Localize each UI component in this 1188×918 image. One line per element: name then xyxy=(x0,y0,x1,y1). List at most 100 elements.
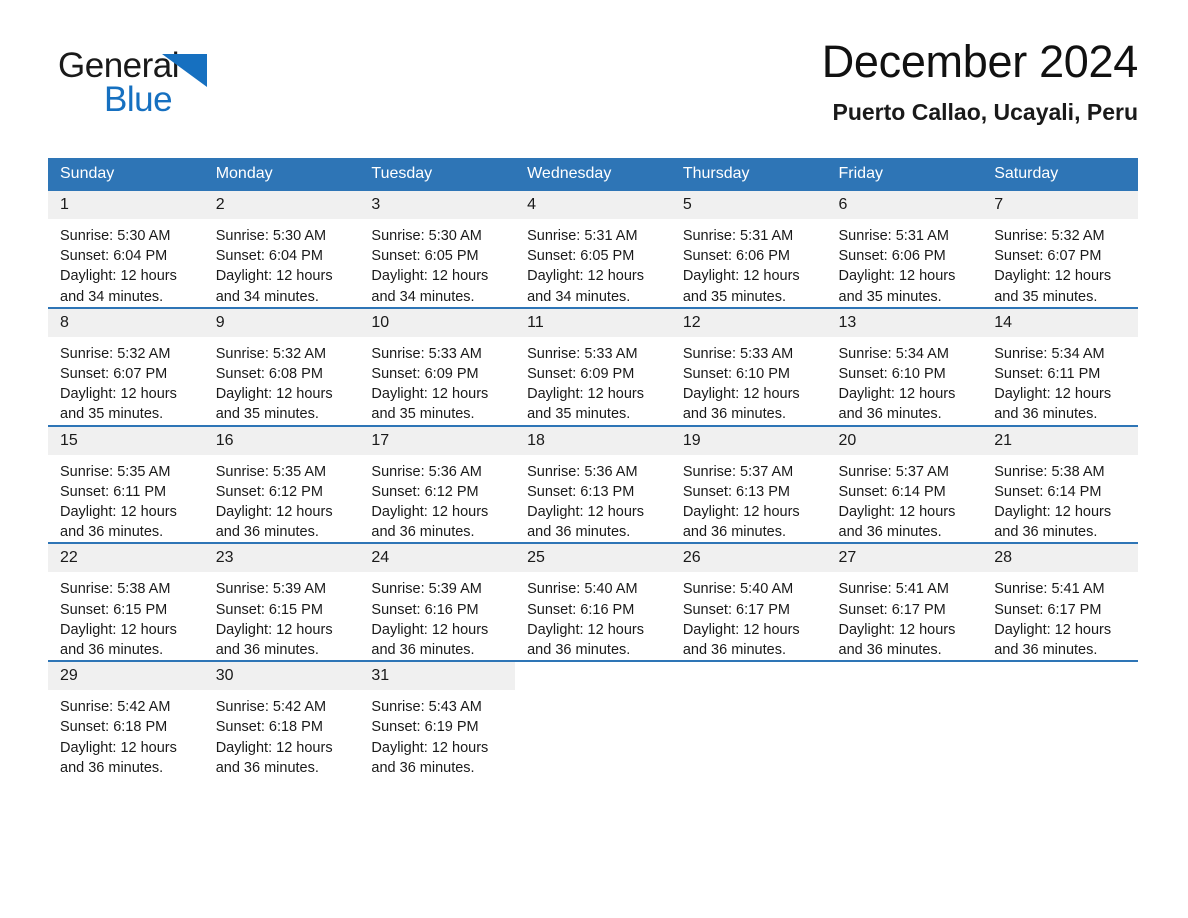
daylight-text-line1: Daylight: 12 hours xyxy=(371,621,489,638)
day-cell[interactable]: 14 Sunrise: 5:34 AM Sunset: 6:11 PM Dayl… xyxy=(982,306,1138,426)
day-cell[interactable]: 5 Sunrise: 5:31 AM Sunset: 6:06 PM Dayli… xyxy=(670,191,827,308)
day-details: Sunrise: 5:35 AM Sunset: 6:12 PM Dayligh… xyxy=(204,455,360,543)
sunrise-text: Sunrise: 5:31 AM xyxy=(527,228,638,244)
daylight-text-line2: and 36 minutes. xyxy=(60,642,164,659)
day-number: 8 xyxy=(48,308,204,337)
day-details: Sunrise: 5:34 AM Sunset: 6:10 PM Dayligh… xyxy=(827,337,983,425)
day-details: Sunrise: 5:41 AM Sunset: 6:17 PM Dayligh… xyxy=(982,572,1138,660)
day-cell[interactable]: 1 Sunrise: 5:30 AM Sunset: 6:04 PM Dayli… xyxy=(48,191,204,308)
day-cell[interactable]: 23 Sunrise: 5:39 AM Sunset: 6:15 PM Dayl… xyxy=(203,542,360,662)
day-details: Sunrise: 5:34 AM Sunset: 6:11 PM Dayligh… xyxy=(982,337,1138,425)
day-number: 17 xyxy=(359,426,516,455)
daylight-text-line1: Daylight: 12 hours xyxy=(838,386,956,403)
day-cell[interactable]: 26 Sunrise: 5:40 AM Sunset: 6:17 PM Dayl… xyxy=(670,542,827,662)
sunrise-text: Sunrise: 5:36 AM xyxy=(527,463,638,480)
day-number: 12 xyxy=(670,308,827,337)
daylight-text-line2: and 36 minutes. xyxy=(371,642,475,659)
day-details: Sunrise: 5:37 AM Sunset: 6:13 PM Dayligh… xyxy=(671,455,827,543)
day-cell[interactable]: 7 Sunrise: 5:32 AM Sunset: 6:07 PM Dayli… xyxy=(982,191,1138,308)
day-cell[interactable]: 29 Sunrise: 5:42 AM Sunset: 6:18 PM Dayl… xyxy=(48,660,204,779)
sunrise-text: Sunrise: 5:33 AM xyxy=(527,345,638,362)
day-cell-empty xyxy=(982,660,1138,779)
day-cell[interactable]: 31 Sunrise: 5:43 AM Sunset: 6:19 PM Dayl… xyxy=(359,660,516,779)
daylight-text-line2: and 36 minutes. xyxy=(60,524,164,541)
day-cell[interactable]: 4 Sunrise: 5:31 AM Sunset: 6:05 PM Dayli… xyxy=(515,191,671,308)
day-cell[interactable]: 18 Sunrise: 5:36 AM Sunset: 6:13 PM Dayl… xyxy=(515,424,671,544)
sunrise-text: Sunrise: 5:32 AM xyxy=(994,228,1105,244)
daylight-text-line2: and 35 minutes. xyxy=(371,406,475,423)
daylight-text-line2: and 36 minutes. xyxy=(371,759,475,776)
sunset-text: Sunset: 6:10 PM xyxy=(838,366,946,383)
day-cell[interactable]: 28 Sunrise: 5:41 AM Sunset: 6:17 PM Dayl… xyxy=(982,542,1138,662)
day-cell[interactable]: 11 Sunrise: 5:33 AM Sunset: 6:09 PM Dayl… xyxy=(515,306,671,426)
day-number: 3 xyxy=(359,191,516,219)
daylight-text-line1: Daylight: 12 hours xyxy=(60,386,177,403)
day-cell[interactable]: 10 Sunrise: 5:33 AM Sunset: 6:09 PM Dayl… xyxy=(359,306,516,426)
day-number: 7 xyxy=(982,191,1138,219)
sunset-text: Sunset: 6:08 PM xyxy=(215,366,323,383)
day-number: 4 xyxy=(515,191,671,219)
sunset-text: Sunset: 6:12 PM xyxy=(215,483,323,500)
day-number: 21 xyxy=(982,426,1138,455)
day-cell[interactable]: 3 Sunrise: 5:30 AM Sunset: 6:05 PM Dayli… xyxy=(359,191,516,308)
daylight-text-line2: and 34 minutes. xyxy=(215,288,319,305)
daylight-text-line1: Daylight: 12 hours xyxy=(682,386,800,403)
daylight-text-line1: Daylight: 12 hours xyxy=(682,504,800,521)
day-cell[interactable]: 16 Sunrise: 5:35 AM Sunset: 6:12 PM Dayl… xyxy=(203,424,360,544)
sunset-text: Sunset: 6:14 PM xyxy=(838,483,946,500)
day-cell[interactable]: 15 Sunrise: 5:35 AM Sunset: 6:11 PM Dayl… xyxy=(48,424,204,544)
day-cell-empty xyxy=(826,660,983,779)
day-cell[interactable]: 22 Sunrise: 5:38 AM Sunset: 6:15 PM Dayl… xyxy=(48,542,204,662)
day-cell[interactable]: 19 Sunrise: 5:37 AM Sunset: 6:13 PM Dayl… xyxy=(670,424,827,544)
day-cell[interactable]: 8 Sunrise: 5:32 AM Sunset: 6:07 PM Dayli… xyxy=(48,306,204,426)
sunrise-text: Sunrise: 5:38 AM xyxy=(60,581,171,598)
daylight-text-line2: and 36 minutes. xyxy=(838,642,942,659)
sunrise-text: Sunrise: 5:35 AM xyxy=(60,463,171,480)
sunrise-text: Sunrise: 5:41 AM xyxy=(994,581,1105,598)
daylight-text-line1: Daylight: 12 hours xyxy=(838,268,956,285)
day-cell[interactable]: 24 Sunrise: 5:39 AM Sunset: 6:16 PM Dayl… xyxy=(359,542,516,662)
day-cell[interactable]: 21 Sunrise: 5:38 AM Sunset: 6:14 PM Dayl… xyxy=(982,424,1138,544)
title-block: December 2024 Puerto Callao, Ucayali, Pe… xyxy=(438,38,1139,126)
day-cell[interactable]: 25 Sunrise: 5:40 AM Sunset: 6:16 PM Dayl… xyxy=(515,542,671,662)
weekday-header-thursday: Thursday xyxy=(670,158,827,191)
day-details: Sunrise: 5:36 AM Sunset: 6:13 PM Dayligh… xyxy=(515,455,671,543)
day-number: 28 xyxy=(982,544,1138,573)
day-cell[interactable]: 20 Sunrise: 5:37 AM Sunset: 6:14 PM Dayl… xyxy=(826,424,983,544)
logo-text-blue: Blue xyxy=(104,80,173,119)
day-details: Sunrise: 5:38 AM Sunset: 6:14 PM Dayligh… xyxy=(982,455,1138,543)
logo-text-general: General xyxy=(58,46,180,85)
calendar-table: Sunday Monday Tuesday Wednesday Thursday… xyxy=(48,158,1138,779)
day-cell[interactable]: 9 Sunrise: 5:32 AM Sunset: 6:08 PM Dayli… xyxy=(203,306,360,426)
sunrise-text: Sunrise: 5:39 AM xyxy=(371,581,482,598)
sunrise-text: Sunrise: 5:42 AM xyxy=(215,699,327,716)
daylight-text-line2: and 35 minutes. xyxy=(527,406,631,423)
daylight-text-line1: Daylight: 12 hours xyxy=(371,739,489,756)
day-cell[interactable]: 6 Sunrise: 5:31 AM Sunset: 6:06 PM Dayli… xyxy=(826,191,983,308)
daylight-text-line2: and 35 minutes. xyxy=(215,406,319,423)
day-cell[interactable]: 17 Sunrise: 5:36 AM Sunset: 6:12 PM Dayl… xyxy=(359,424,516,544)
daylight-text-line2: and 36 minutes. xyxy=(527,642,631,659)
daylight-text-line2: and 36 minutes. xyxy=(60,759,164,776)
day-cell[interactable]: 27 Sunrise: 5:41 AM Sunset: 6:17 PM Dayl… xyxy=(826,542,983,662)
day-cell[interactable]: 30 Sunrise: 5:42 AM Sunset: 6:18 PM Dayl… xyxy=(203,660,360,779)
daylight-text-line1: Daylight: 12 hours xyxy=(838,621,956,638)
daylight-text-line1: Daylight: 12 hours xyxy=(215,621,333,638)
sunset-text: Sunset: 6:06 PM xyxy=(682,248,791,265)
daylight-text-line2: and 36 minutes. xyxy=(838,406,942,423)
day-cell[interactable]: 2 Sunrise: 5:30 AM Sunset: 6:04 PM Dayli… xyxy=(203,191,360,308)
daylight-text-line2: and 36 minutes. xyxy=(682,524,786,541)
sunset-text: Sunset: 6:04 PM xyxy=(215,248,323,265)
weekday-header-tuesday: Tuesday xyxy=(359,158,516,191)
day-cell[interactable]: 13 Sunrise: 5:34 AM Sunset: 6:10 PM Dayl… xyxy=(826,306,983,426)
sunrise-text: Sunrise: 5:37 AM xyxy=(682,463,794,480)
daylight-text-line1: Daylight: 12 hours xyxy=(371,268,489,285)
sunrise-text: Sunrise: 5:43 AM xyxy=(371,699,482,716)
sunset-text: Sunset: 6:16 PM xyxy=(371,601,479,618)
day-number xyxy=(982,662,1138,691)
daylight-text-line2: and 36 minutes. xyxy=(994,406,1098,423)
day-details: Sunrise: 5:31 AM Sunset: 6:06 PM Dayligh… xyxy=(671,219,827,307)
day-cell[interactable]: 12 Sunrise: 5:33 AM Sunset: 6:10 PM Dayl… xyxy=(670,306,827,426)
sunset-text: Sunset: 6:06 PM xyxy=(838,248,946,265)
daylight-text-line1: Daylight: 12 hours xyxy=(994,504,1112,521)
